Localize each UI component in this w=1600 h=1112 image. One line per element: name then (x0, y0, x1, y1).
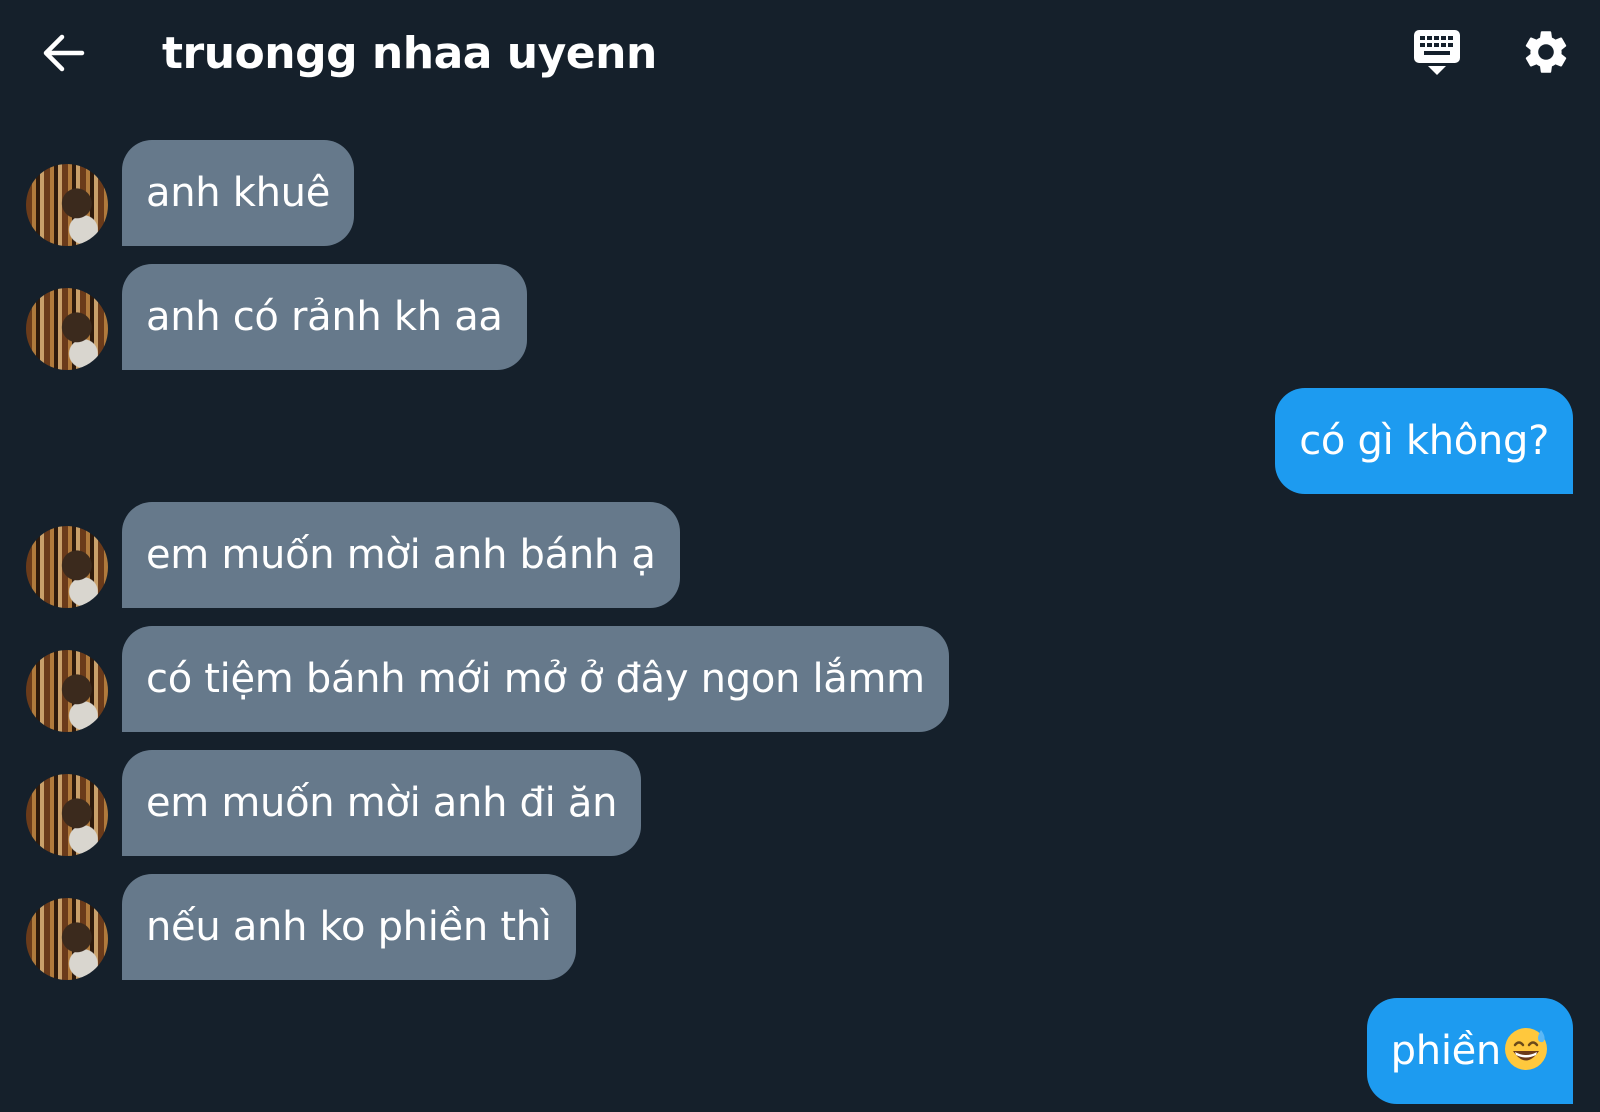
avatar[interactable] (26, 774, 108, 856)
message-row: anh khuê (0, 140, 1600, 246)
avatar[interactable] (26, 650, 108, 732)
gear-icon (1525, 31, 1567, 73)
back-button[interactable] (38, 28, 88, 78)
incoming-message-bubble[interactable]: anh có rảnh kh aa (122, 264, 527, 370)
outgoing-message-bubble[interactable]: phiền (1366, 998, 1573, 1104)
settings-button[interactable] (1520, 26, 1572, 78)
message-row: có gì không? (0, 388, 1600, 494)
avatar[interactable] (26, 898, 108, 980)
grinning-face-with-sweat-icon (1505, 1028, 1547, 1070)
message-text: phiền (1390, 1028, 1502, 1074)
incoming-message-bubble[interactable]: em muốn mời anh đi ăn (122, 750, 642, 856)
incoming-message-bubble[interactable]: em muốn mời anh bánh ạ (122, 502, 680, 608)
incoming-message-bubble[interactable]: có tiệm bánh mới mở ở đây ngon lắmm (122, 626, 949, 732)
message-row: nếu anh ko phiền thì (0, 874, 1600, 980)
message-row: em muốn mời anh đi ăn (0, 750, 1600, 856)
avatar[interactable] (26, 288, 108, 370)
avatar[interactable] (26, 164, 108, 246)
incoming-message-bubble[interactable]: nếu anh ko phiền thì (122, 874, 576, 980)
conversation-title: truongg nhaa uyenn (162, 28, 657, 79)
chat-header: truongg nhaa uyenn (0, 0, 1600, 110)
message-row: có tiệm bánh mới mở ở đây ngon lắmm (0, 626, 1600, 732)
incoming-message-bubble[interactable]: anh khuê (122, 140, 355, 246)
message-row: phiền (0, 998, 1600, 1104)
keyboard-icon (1414, 30, 1460, 75)
outgoing-message-bubble[interactable]: có gì không? (1275, 388, 1573, 494)
message-row: anh có rảnh kh aa (0, 264, 1600, 370)
arrow-left-icon (43, 34, 85, 72)
message-row: em muốn mời anh bánh ạ (0, 502, 1600, 608)
avatar[interactable] (26, 526, 108, 608)
keyboard-button[interactable] (1410, 26, 1466, 82)
